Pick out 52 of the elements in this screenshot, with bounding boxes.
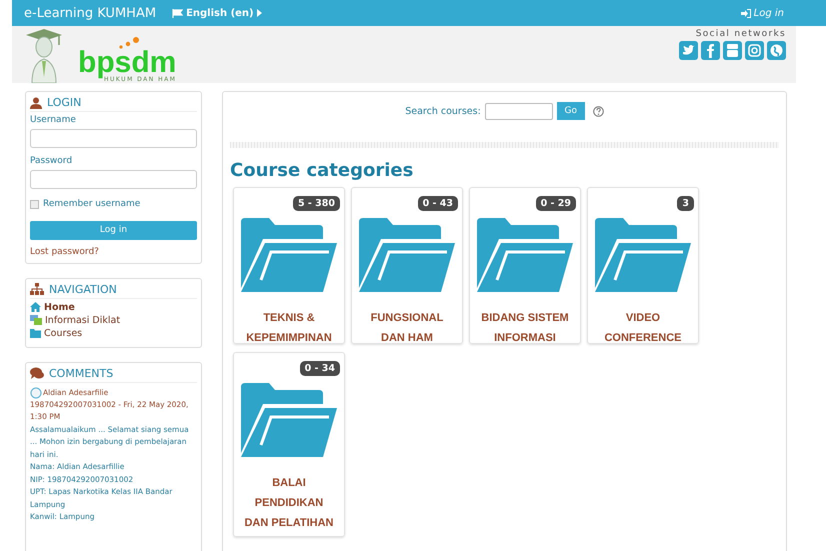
password-field[interactable] (30, 170, 197, 189)
checkbox[interactable] (30, 200, 39, 208)
camera-icon[interactable] (745, 41, 764, 60)
username-field[interactable] (30, 129, 197, 148)
bird-icon[interactable] (679, 41, 698, 60)
avatar-icon (30, 386, 42, 398)
folder-icon (477, 218, 573, 292)
checkbox-label: Remember username (43, 199, 140, 209)
category-card[interactable]: 0 - 43 FUNGSIONAL DAN HAM (351, 187, 463, 344)
nav-item[interactable]: Courses (30, 328, 197, 338)
folder-icon (595, 218, 691, 292)
home-icon (30, 302, 41, 312)
block-title: COMMENTS (49, 366, 114, 380)
count-badge: 3 (677, 196, 694, 211)
nav-item[interactable]: Informasi Diklat (30, 314, 197, 326)
category-name: BIDANG SISTEM INFORMASI (481, 311, 569, 346)
nav-item[interactable]: Home (30, 302, 197, 312)
category-name: VIDEO CONFERENCE (604, 311, 682, 346)
field-label: Password (30, 156, 74, 166)
screens-icon (30, 315, 42, 325)
category-name: TEKNIS & KEPEMIMPINAN (246, 311, 332, 346)
category-card[interactable]: 3 VIDEO CONFERENCE (587, 187, 699, 344)
folder-icon (359, 218, 455, 292)
count-badge: 5 - 380 (293, 196, 340, 211)
help-icon[interactable] (592, 106, 604, 116)
login-icon (740, 8, 751, 18)
folder-icon (241, 218, 337, 292)
category-card[interactable]: 5 - 380 TEKNIS & KEPEMIMPINAN (233, 187, 345, 344)
count-badge: 0 - 43 (418, 196, 458, 211)
field-label: Username (30, 115, 77, 125)
search-field[interactable] (484, 102, 553, 120)
count-badge: 0 - 29 (536, 196, 576, 211)
lost-password-link[interactable]: Lost password? (30, 246, 197, 256)
user-icon (30, 96, 42, 108)
flag-icon (172, 8, 184, 18)
folder-icon (30, 328, 41, 338)
block-title: NAVIGATION (49, 282, 117, 296)
block-title: LOGIN (47, 96, 82, 109)
page-heading: Course categories (230, 160, 414, 181)
social-title: Social networks (696, 29, 786, 39)
count-badge: 0 - 34 (300, 361, 340, 376)
facebook-icon[interactable] (701, 41, 720, 60)
caret-icon (256, 9, 262, 17)
category-name: FUNGSIONAL DAN HAM (370, 311, 444, 346)
category-card[interactable]: 0 - 34 BALAI PENDIDIKAN DAN PELATIHAN (233, 352, 345, 537)
category-name: BALAI PENDIDIKAN DAN PELATIHAN (244, 476, 334, 531)
sitemap-icon (30, 283, 44, 295)
folder-icon (241, 383, 337, 457)
logo-wordmark: bpsdm (78, 50, 176, 76)
speech-bubbles-icon (30, 367, 44, 379)
category-card[interactable]: 0 - 29 BIDANG SISTEM INFORMASI (469, 187, 581, 344)
search-label: Search courses: (405, 106, 481, 116)
